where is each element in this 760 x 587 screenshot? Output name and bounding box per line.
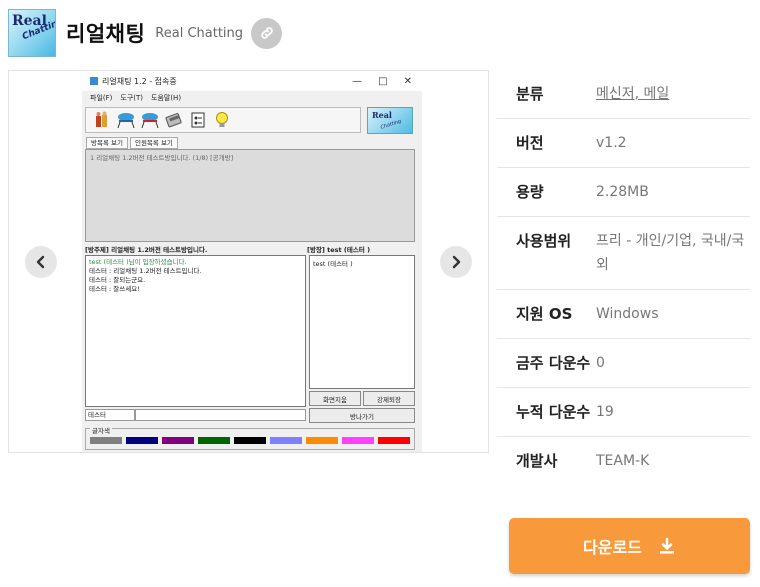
window-logo: Real Chatting — [367, 107, 413, 134]
network-red-icon — [140, 110, 160, 130]
chevron-left-icon — [36, 255, 45, 269]
info-row-category: 분류 메신저, 메일 — [497, 70, 750, 119]
network-icon — [116, 110, 136, 130]
user-list-entry: test (테스터 ) — [313, 260, 353, 268]
total-downloads-value: 19 — [596, 404, 614, 420]
user-list: test (테스터 ) — [309, 255, 415, 389]
color-swatch — [270, 437, 302, 444]
lightbulb-icon — [212, 110, 232, 130]
minimize-icon: — — [352, 75, 363, 87]
room-topic-bar: [방주제] 리얼채팅 1.2버전 테스트방입니다. — [85, 246, 208, 254]
license-label: 사용범위 — [516, 232, 572, 250]
info-row-total-downloads: 누적 다운수 19 — [497, 388, 750, 437]
settings-icon — [188, 110, 208, 130]
os-label: 지원 OS — [516, 305, 573, 323]
category-link[interactable]: 메신저, 메일 — [596, 86, 669, 102]
weekly-downloads-label: 금주 다운수 — [516, 354, 591, 372]
chat-line: test (테스터 )님이 입장하셨습니다. — [89, 258, 187, 266]
screenshot-window-title: 리얼채팅 1.2 - 접속중 — [102, 76, 177, 86]
category-value: 메신저, 메일 — [596, 82, 750, 106]
size-value: 2.28MB — [596, 184, 649, 200]
message-input-row: 테스터 — [85, 409, 306, 421]
app-title: 리얼채팅 — [66, 22, 146, 46]
size-label: 용량 — [516, 183, 544, 201]
tab-user-list: 인원목록 보기 — [129, 137, 178, 149]
os-value: Windows — [596, 306, 659, 322]
chevron-right-icon — [452, 255, 461, 269]
info-row-version: 버전 v1.2 — [497, 119, 750, 168]
color-swatch — [126, 437, 158, 444]
color-swatch — [342, 437, 374, 444]
app-logo: Real Chatting — [8, 9, 56, 57]
license-value: 프리 - 개인/기업, 국내/국외 — [596, 233, 745, 273]
maximize-icon: □ — [378, 75, 388, 87]
weekly-downloads-value: 0 — [596, 355, 605, 371]
menu-help: 도움말(H) — [151, 94, 182, 102]
info-row-developer: 개발사 TEAM-K — [497, 437, 750, 485]
color-swatch — [306, 437, 338, 444]
message-field — [135, 409, 306, 421]
version-label: 버전 — [516, 134, 544, 152]
info-row-license: 사용범위 프리 - 개인/기업, 국내/국외 — [497, 217, 750, 290]
info-row-os: 지원 OS Windows — [497, 290, 750, 339]
color-swatch — [90, 437, 122, 444]
info-row-size: 용량 2.28MB — [497, 168, 750, 217]
menu-file: 파일(F) — [90, 94, 113, 102]
card-icon — [164, 110, 184, 130]
screenshot-tabs: 방목록 보기 인원목록 보기 — [86, 137, 178, 149]
app-info-panel: 분류 메신저, 메일 버전 v1.2 용량 2.28MB 사용범위 프리 - 개… — [497, 70, 750, 485]
room-list: 1 리얼채팅 1.2버전 테스트방입니다. (1/8) [공개방] — [85, 149, 415, 242]
developer-value: TEAM-K — [596, 453, 650, 469]
menu-tools: 도구(T) — [120, 94, 143, 102]
screenshot-title-bar: 리얼채팅 1.2 - 접속중 — □ ✕ — [82, 71, 422, 91]
screenshot-menu-bar: 파일(F) 도구(T) 도움말(H) — [82, 91, 422, 105]
category-label: 분류 — [516, 85, 544, 103]
download-label: 다운로드 — [583, 538, 642, 557]
leave-room-button: 방나가기 — [309, 408, 415, 423]
download-button[interactable]: 다운로드 — [509, 518, 750, 574]
tab-room-list: 방목록 보기 — [86, 137, 128, 149]
users-icon — [92, 110, 112, 130]
room-list-entry: 1 리얼채팅 1.2버전 테스트방입니다. (1/8) [공개방] — [90, 154, 234, 162]
total-downloads-label: 누적 다운수 — [516, 403, 591, 421]
app-subtitle: Real Chatting — [155, 25, 244, 41]
chat-line: 테스터 : 잘되는군요. — [89, 276, 146, 284]
kick-button: 강제퇴장 — [363, 391, 415, 406]
screenshot-frame: 리얼채팅 1.2 - 접속중 — □ ✕ 파일(F) 도구(T) 도움말(H) — [8, 70, 489, 453]
close-icon: ✕ — [403, 75, 412, 87]
clear-screen-button: 화면지움 — [309, 391, 361, 406]
color-swatches — [90, 437, 410, 444]
color-swatch — [162, 437, 194, 444]
screenshot-toolbar — [85, 107, 361, 133]
nickname-field: 테스터 — [85, 409, 135, 421]
chat-line: 테스터 : 잘쓰세요! — [89, 285, 140, 293]
color-swatch — [234, 437, 266, 444]
window-app-icon — [90, 77, 98, 85]
app-header: Real Chatting 리얼채팅 Real Chatting — [8, 8, 283, 58]
info-row-weekly-downloads: 금주 다운수 0 — [497, 339, 750, 388]
text-color-label: 글자색 — [90, 425, 112, 435]
screenshot-window: 리얼채팅 1.2 - 접속중 — □ ✕ 파일(F) 도구(T) 도움말(H) — [82, 71, 422, 452]
copy-link-button[interactable] — [251, 17, 283, 49]
chat-line: 테스터 : 리얼채팅 1.2버전 테스트입니다. — [89, 267, 202, 275]
next-screenshot-button[interactable] — [440, 246, 472, 278]
color-swatch — [198, 437, 230, 444]
room-owner-bar: [방장] test (테스터 ) — [307, 246, 371, 254]
window-logo-line1: Real — [372, 110, 392, 120]
text-color-group: 글자색 — [85, 425, 415, 450]
link-icon — [260, 27, 273, 39]
developer-label: 개발사 — [516, 452, 558, 470]
download-icon — [658, 537, 676, 555]
previous-screenshot-button[interactable] — [25, 246, 57, 278]
color-swatch — [378, 437, 410, 444]
version-value: v1.2 — [596, 135, 627, 151]
window-controls: — □ ✕ — [352, 76, 412, 87]
chat-log: test (테스터 )님이 입장하셨습니다. 테스터 : 리얼채팅 1.2버전 … — [85, 255, 306, 407]
